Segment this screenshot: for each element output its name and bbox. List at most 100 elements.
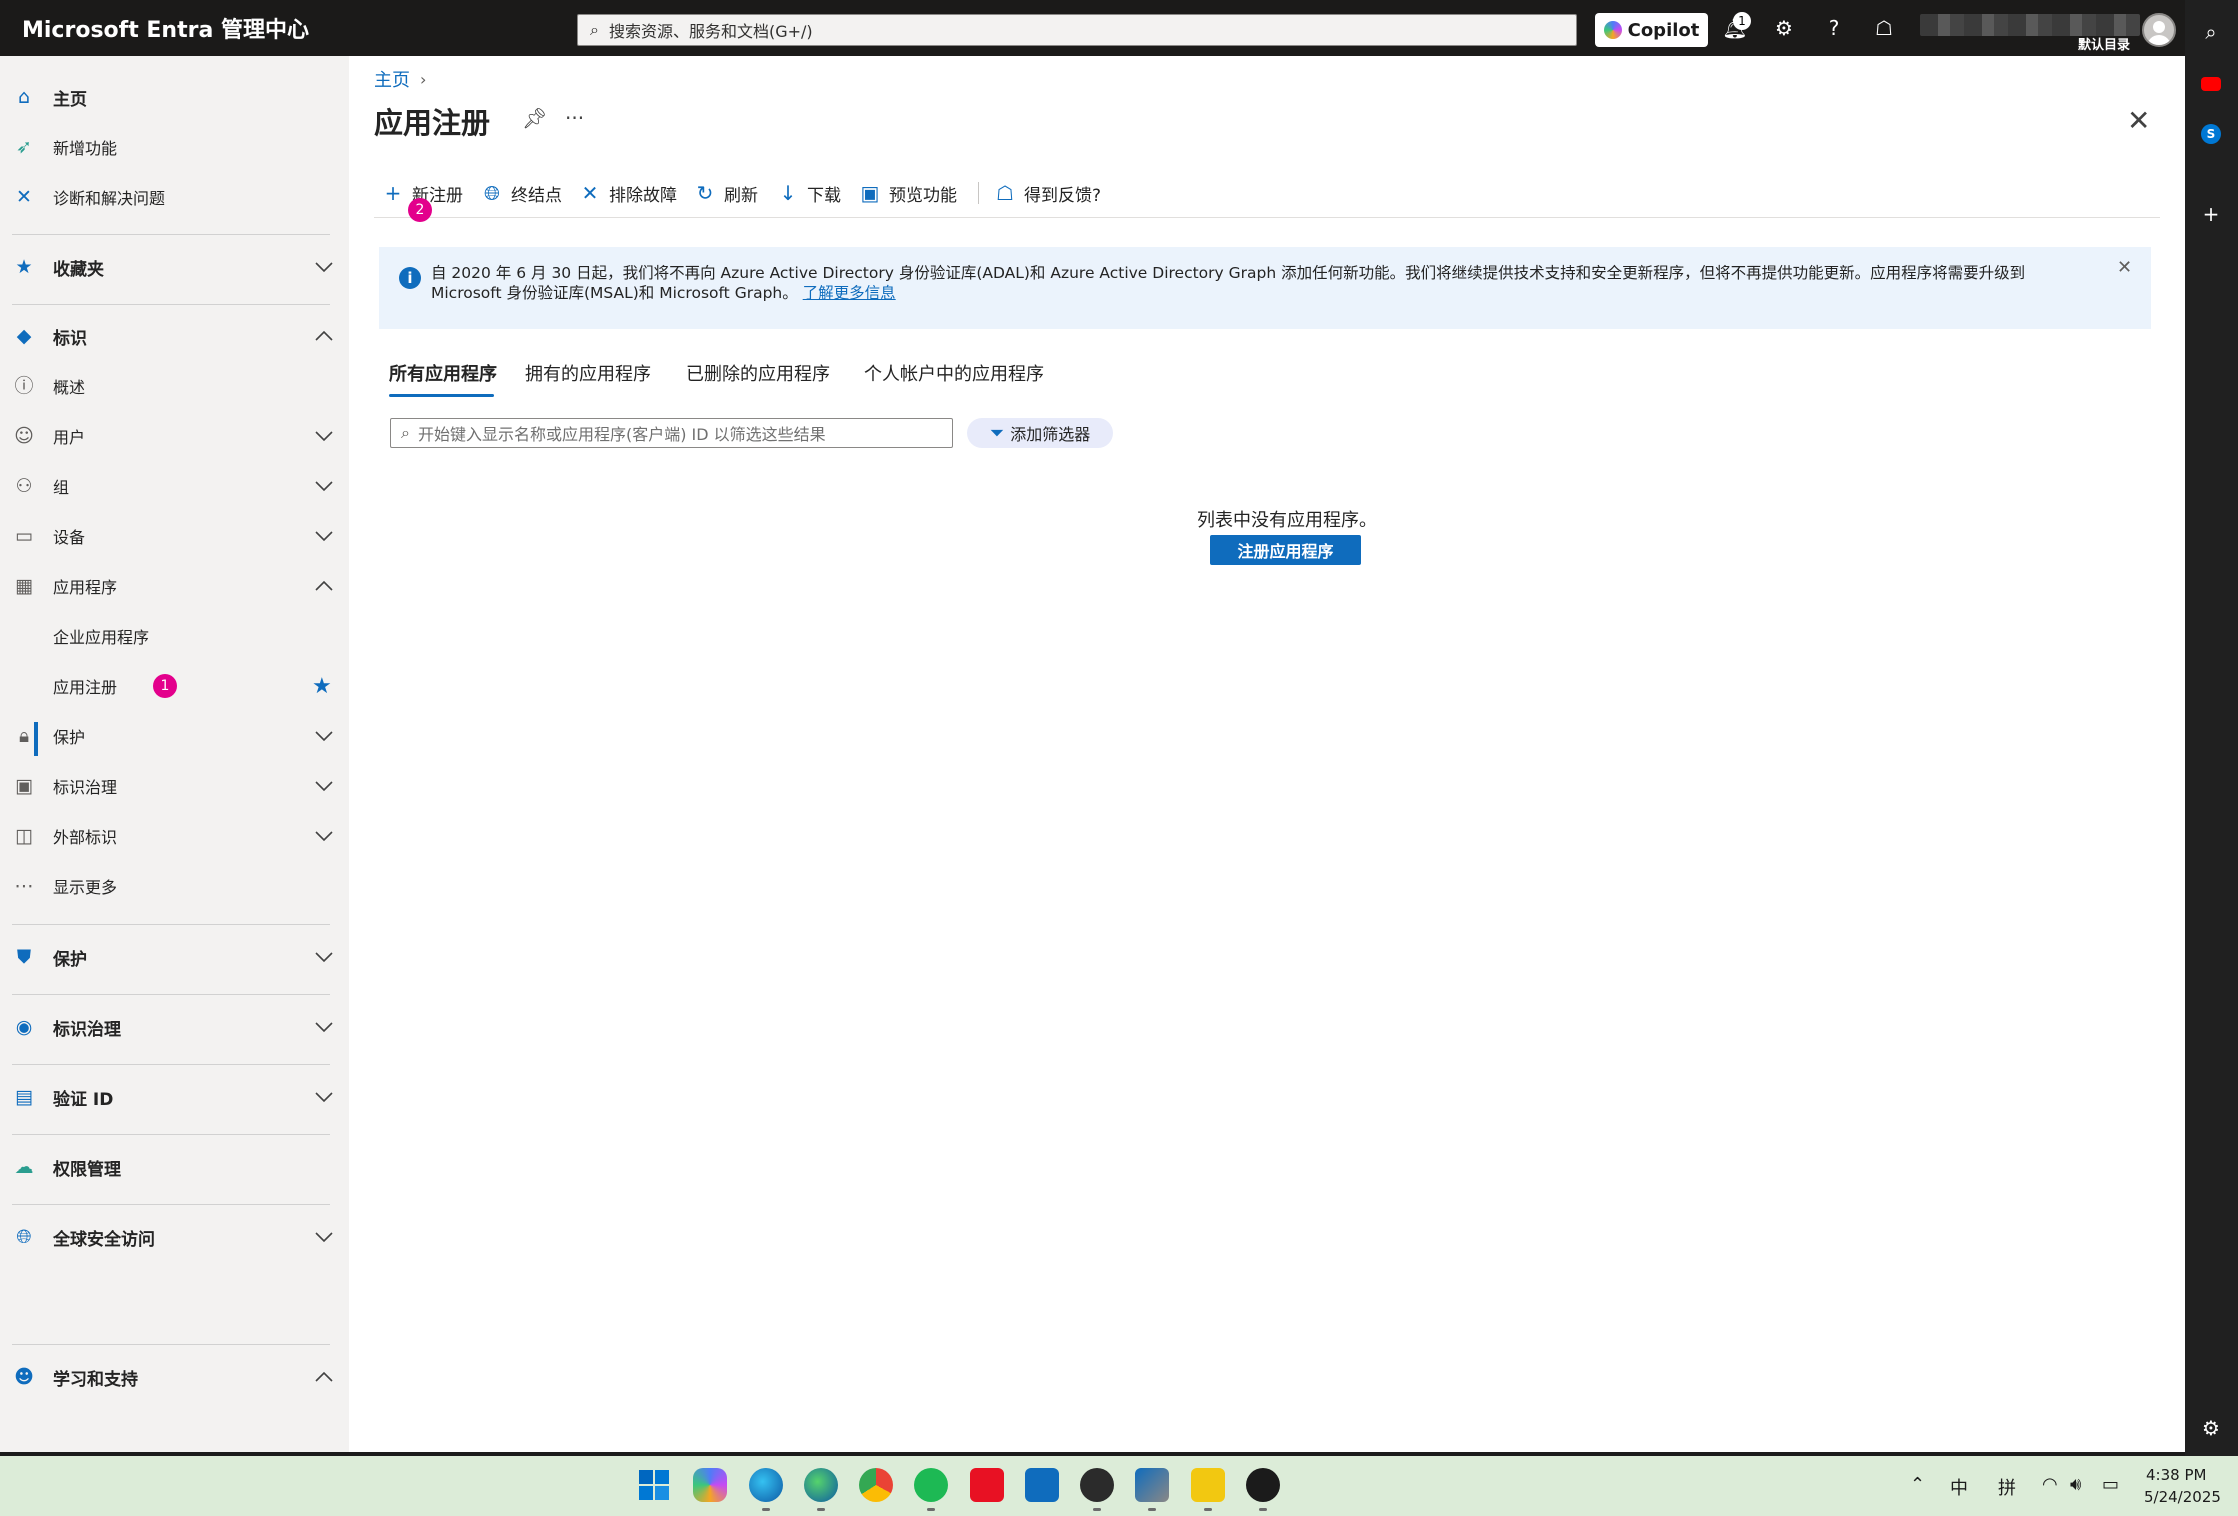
search-placeholder: 搜索资源、服务和文档(G+/) xyxy=(608,22,813,41)
device-icon: ▭ xyxy=(15,525,33,547)
edge-sidebar: ⌕ S + ⚙ xyxy=(2185,0,2238,1456)
wrench-icon: ✕ xyxy=(16,186,32,208)
sidebar-item-learn-support[interactable]: ☻ 学习和支持 xyxy=(0,1352,349,1402)
sidebar-item-users[interactable]: ☺ 用户 xyxy=(0,411,349,461)
breadcrumb-home-link[interactable]: 主页 xyxy=(374,66,410,92)
sidebar-item-verified-id[interactable]: ▤ 验证 ID xyxy=(0,1072,349,1122)
add-filter-button[interactable]: ⏷ 添加筛选器 xyxy=(967,418,1113,448)
tab-owned-applications[interactable]: 拥有的应用程序 xyxy=(525,360,651,386)
sidebar-item-groups[interactable]: ⚇ 组 xyxy=(0,461,349,511)
sidebar-item-enterprise-apps[interactable]: 企业应用程序 xyxy=(0,611,349,661)
sidebar-item-favorites[interactable]: ★ 收藏夹 xyxy=(0,242,349,292)
sidebar-item-overview[interactable]: ⓘ 概述 xyxy=(0,361,349,411)
star-icon: ★ xyxy=(15,256,33,278)
chevron-down-icon xyxy=(313,525,335,547)
sidebar-item-permissions-management[interactable]: ☁ 权限管理 xyxy=(0,1142,349,1192)
chevron-down-icon xyxy=(313,256,335,278)
sidebar-item-protection[interactable]: ⛊ 保护 xyxy=(0,932,349,982)
sidebar-item-label: 诊断和解决问题 xyxy=(53,189,166,208)
input-language-indicator[interactable]: 中 xyxy=(1950,1474,1968,1500)
account-name-redacted[interactable] xyxy=(1920,14,2140,36)
chevron-right-icon: › xyxy=(420,69,427,89)
register-application-button[interactable]: 注册应用程序 xyxy=(1210,535,1361,565)
sidebar-item-home[interactable]: ⌂ 主页 xyxy=(0,72,349,122)
volume-icon[interactable]: 🔊︎ xyxy=(2070,1474,2081,1495)
chevron-down-icon xyxy=(313,1016,335,1038)
download-button[interactable]: ↓ 下载 xyxy=(777,176,841,210)
tab-all-applications[interactable]: 所有应用程序 xyxy=(389,360,497,386)
sidebar-item-label: 设备 xyxy=(53,528,86,547)
troubleshoot-button[interactable]: ✕ 排除故障 xyxy=(579,176,677,210)
sidebar-item-protection-sub[interactable]: 🔒︎ 保护 xyxy=(0,711,349,761)
edge-browser-icon[interactable] xyxy=(749,1468,783,1511)
spotify-icon[interactable] xyxy=(914,1468,948,1511)
preview-features-button[interactable]: ▣ 预览功能 xyxy=(859,176,957,210)
sidebar-item-whats-new[interactable]: ➶ 新增功能 xyxy=(0,122,349,172)
copilot-button[interactable]: Copilot xyxy=(1595,13,1708,47)
file-explorer-icon[interactable] xyxy=(1191,1468,1225,1511)
youtube-icon[interactable] xyxy=(2197,70,2225,98)
favorite-star-icon[interactable]: ★ xyxy=(312,674,332,699)
sidebar-item-identity-governance[interactable]: ◉ 标识治理 xyxy=(0,1002,349,1052)
edge-search-icon[interactable]: ⌕ xyxy=(2197,18,2225,46)
feedback-button[interactable]: ☖ 得到反馈? xyxy=(994,176,1101,210)
search-icon: ⌕ xyxy=(590,20,599,39)
feedback-icon[interactable]: ☖ xyxy=(1870,14,1898,42)
group-icon: ⚇ xyxy=(15,475,33,497)
avatar[interactable] xyxy=(2142,13,2176,47)
edge-dev-icon[interactable] xyxy=(804,1468,838,1511)
divider xyxy=(12,304,330,305)
chevron-up-icon xyxy=(313,325,335,347)
chevron-up-icon xyxy=(313,1366,335,1388)
clock-time[interactable]: 4:38 PM xyxy=(2146,1466,2206,1484)
add-icon[interactable]: + xyxy=(2197,200,2225,228)
diamond-icon: ◆ xyxy=(16,325,32,347)
github-icon[interactable] xyxy=(1080,1468,1114,1511)
outlook-icon[interactable] xyxy=(1025,1468,1059,1502)
sidebar-item-label: 概述 xyxy=(53,378,86,397)
clock-date[interactable]: 5/24/2025 xyxy=(2144,1488,2221,1506)
edge-settings-icon[interactable]: ⚙ xyxy=(2197,1414,2225,1442)
close-icon[interactable]: ✕ xyxy=(2117,257,2132,278)
help-icon[interactable]: ? xyxy=(1820,14,1848,42)
sidebar-item-devices[interactable]: ▭ 设备 xyxy=(0,511,349,561)
copilot-app-icon[interactable] xyxy=(693,1468,727,1502)
sidebar-item-app-registrations[interactable]: 应用注册 1 ★ xyxy=(0,661,349,711)
endpoints-button[interactable]: 🌐︎ 终结点 xyxy=(481,176,562,210)
global-search-input[interactable]: ⌕ 搜索资源、服务和文档(G+/) xyxy=(577,14,1577,46)
tab-deleted-applications[interactable]: 已删除的应用程序 xyxy=(686,360,830,386)
wifi-icon[interactable]: ◠ xyxy=(2042,1474,2058,1495)
chevron-up-icon[interactable]: ⌃ xyxy=(1910,1474,1925,1495)
more-options-icon[interactable]: ··· xyxy=(565,106,584,130)
sidebar-item-diagnose[interactable]: ✕ 诊断和解决问题 xyxy=(0,172,349,222)
sidebar-item-global-secure-access[interactable]: 🌐︎ 全球安全访问 xyxy=(0,1212,349,1262)
input-method-indicator[interactable]: 拼 xyxy=(1998,1474,2016,1500)
learn-more-link[interactable]: 了解更多信息 xyxy=(803,284,896,302)
refresh-button[interactable]: ↻ 刷新 xyxy=(694,176,758,210)
tab-personal-account-applications[interactable]: 个人帐户中的应用程序 xyxy=(864,360,1044,386)
remote-desktop-icon[interactable] xyxy=(1135,1468,1169,1511)
pin-icon[interactable]: 📌︎ xyxy=(522,106,547,130)
sidebar-item-identity-governance-sub[interactable]: ▣ 标识治理 xyxy=(0,761,349,811)
filter-search-input[interactable]: ⌕ 开始键入显示名称或应用程序(客户端) ID 以筛选这些结果 xyxy=(390,418,953,448)
sidebar-item-show-more[interactable]: ⋯ 显示更多 xyxy=(0,861,349,911)
chevron-down-icon xyxy=(313,1086,335,1108)
portal-title[interactable]: Microsoft Entra 管理中心 xyxy=(22,12,570,44)
close-icon[interactable]: ✕ xyxy=(2127,104,2150,137)
divider xyxy=(12,1134,330,1135)
chrome-icon[interactable] xyxy=(859,1468,893,1502)
sidebar-item-label: 外部标识 xyxy=(53,828,118,847)
support-person-icon: ☻ xyxy=(14,1366,34,1388)
pdf-reader-icon[interactable] xyxy=(970,1468,1004,1502)
gear-icon[interactable]: ⚙ xyxy=(1770,14,1798,42)
sidebar-item-external-identities[interactable]: ◫ 外部标识 xyxy=(0,811,349,861)
skype-icon[interactable]: S xyxy=(2197,120,2225,148)
sidebar-item-identity[interactable]: ◆ 标识 xyxy=(0,311,349,361)
qq-icon[interactable] xyxy=(1246,1468,1280,1511)
windows-start-icon[interactable] xyxy=(637,1468,671,1502)
command-bar: + 新注册 2 🌐︎ 终结点 ✕ 排除故障 ↻ 刷新 ↓ 下载 ▣ 预览功能 ☖… xyxy=(374,176,2160,222)
sidebar-item-applications[interactable]: ▦ 应用程序 xyxy=(0,561,349,611)
chevron-down-icon xyxy=(313,725,335,747)
battery-icon[interactable]: ▭ xyxy=(2102,1474,2119,1495)
chevron-down-icon xyxy=(313,425,335,447)
